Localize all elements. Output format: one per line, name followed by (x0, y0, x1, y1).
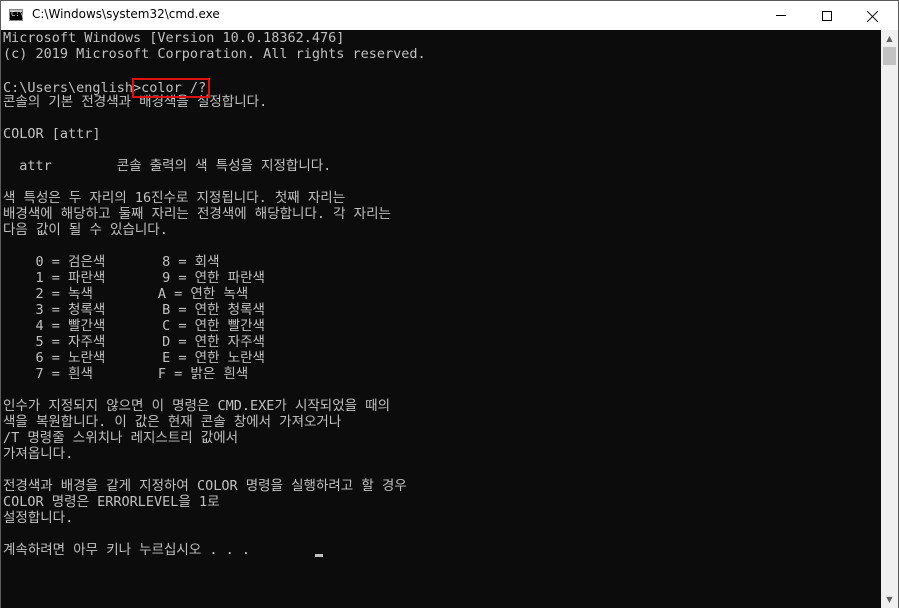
text-cursor (315, 554, 323, 557)
console-line: 설정합니다. (3, 510, 74, 526)
console-line: 3 = 청록색 B = 연한 청록색 (3, 302, 265, 318)
console-line: 전경색과 배경을 같게 지정하여 COLOR 명령을 실행하려고 할 경우 (3, 478, 407, 494)
maximize-button[interactable] (804, 1, 850, 30)
scroll-thumb[interactable] (883, 47, 896, 65)
scroll-down-button[interactable]: ▼ (881, 591, 898, 608)
scroll-down-icon: ▼ (886, 595, 893, 604)
cmd-icon[interactable]: C:\ (9, 9, 24, 21)
console-line: 1 = 파란색 9 = 연한 파란색 (3, 270, 265, 286)
console-line: attr 콘솔 출력의 색 특성을 지정합니다. (3, 158, 332, 174)
console-output[interactable]: Microsoft Windows [Version 10.0.18362.47… (1, 30, 881, 608)
title-bar[interactable]: C:\ C:\Windows\system32\cmd.exe (1, 1, 898, 30)
console-line: 4 = 빨간색 C = 연한 빨간색 (3, 318, 265, 334)
console-line: 배경색에 해당하고 둘째 자리는 전경색에 해당합니다. 각 자리는 (3, 206, 391, 222)
close-button[interactable] (850, 1, 896, 30)
console-line: 6 = 노란색 E = 연한 노란색 (3, 350, 265, 366)
scroll-up-button[interactable]: ▲ (881, 30, 898, 47)
console-line: 계속하려면 아무 키나 누르십시오 . . . (3, 542, 251, 558)
vertical-scrollbar[interactable]: ▲ ▼ (881, 30, 898, 608)
console-line: 다음 값이 될 수 있습니다. (3, 222, 168, 238)
console-line: Microsoft Windows [Version 10.0.18362.47… (3, 30, 345, 46)
close-icon (867, 10, 879, 22)
minimize-button[interactable] (758, 1, 804, 30)
cmd-window: C:\ C:\Windows\system32\cmd.exe Microsof… (0, 0, 899, 608)
console-line: 색을 복원합니다. 이 값은 현재 콘솔 창에서 가져오거나 (3, 414, 342, 430)
command-highlight-box (132, 78, 210, 98)
console-line: (c) 2019 Microsoft Corporation. All righ… (3, 46, 426, 62)
console-line: 5 = 자주색 D = 연한 자주색 (3, 334, 265, 350)
console-line: 가져옵니다. (3, 446, 74, 462)
console-line: COLOR [attr] (3, 126, 101, 142)
icon-glyph: C:\ (11, 10, 24, 18)
console-line: 7 = 흰색 F = 밝은 흰색 (3, 366, 249, 382)
console-line: /T 명령줄 스위치나 레지스트리 값에서 (3, 430, 239, 446)
window-title: C:\Windows\system32\cmd.exe (32, 7, 220, 21)
console-line: 색 특성은 두 자리의 16진수로 지정됩니다. 첫째 자리는 (3, 190, 346, 206)
console-line: 0 = 검은색 8 = 회색 (3, 254, 220, 270)
maximize-icon (822, 10, 832, 21)
console-line: 2 = 녹색 A = 연한 녹색 (3, 286, 249, 302)
minimize-icon (776, 15, 786, 16)
console-line: 인수가 지정되지 않으면 이 명령은 CMD.EXE가 시작되었을 때의 (3, 398, 391, 414)
scroll-up-icon: ▲ (886, 34, 893, 43)
console-line: COLOR 명령은 ERRORLEVEL을 1로 (3, 494, 220, 510)
